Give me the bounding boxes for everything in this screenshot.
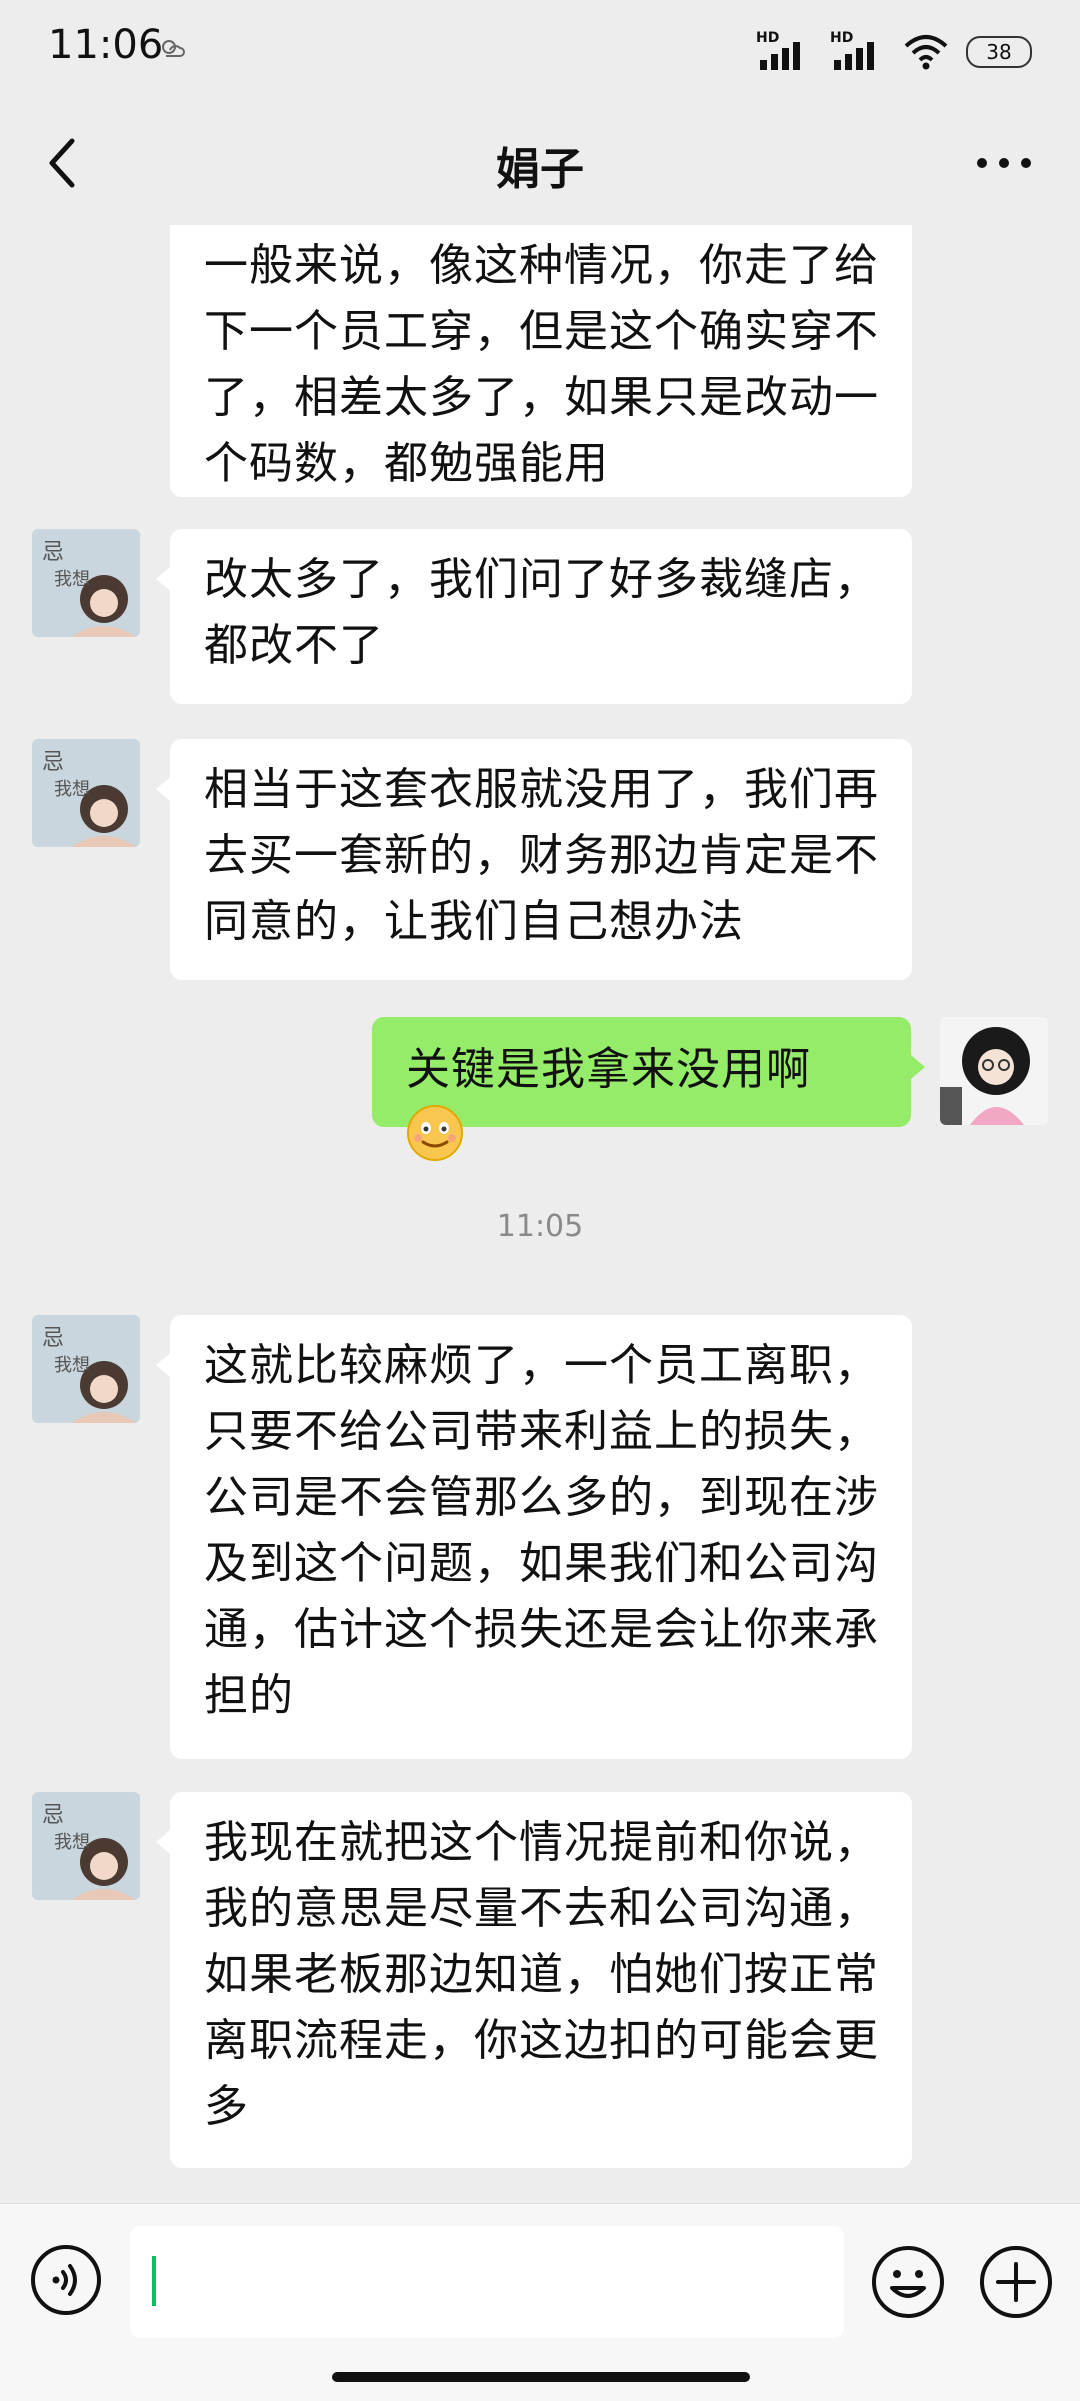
message-list[interactable]: 一般来说，像这种情况，你走了给下一个员工穿，但是这个确实穿不了，相差太多了，如果… bbox=[0, 225, 1080, 2200]
status-bar: 11:06 HD HD 38 bbox=[0, 0, 1080, 105]
signal-icon: HD bbox=[830, 30, 886, 72]
battery-indicator: 38 bbox=[966, 36, 1032, 68]
bubble-tail bbox=[911, 1055, 925, 1079]
svg-text:我想: 我想 bbox=[54, 1832, 90, 1853]
status-time: 11:06 bbox=[48, 22, 164, 68]
svg-text:我想: 我想 bbox=[54, 779, 90, 800]
bubble-tail bbox=[156, 777, 170, 801]
message-text: 关键是我拿来没用啊 bbox=[406, 1044, 811, 1095]
contact-avatar[interactable]: 忌 我想 bbox=[32, 739, 140, 847]
bubble-tail bbox=[156, 567, 170, 591]
plus-icon[interactable] bbox=[978, 2244, 1054, 2320]
contact-avatar[interactable]: 忌 我想 bbox=[32, 1792, 140, 1900]
svg-text:忌: 忌 bbox=[42, 1326, 64, 1351]
status-indicators: HD HD 38 bbox=[756, 30, 1032, 74]
message-bubble[interactable]: 我现在就把这个情况提前和你说，我的意思是尽量不去和公司沟通，如果老板那边知道，怕… bbox=[170, 1792, 912, 2168]
message-bubble[interactable]: 相当于这套衣服就没用了，我们再去买一套新的，财务那边肯定是不同意的，让我们自己想… bbox=[170, 739, 912, 980]
svg-text:忌: 忌 bbox=[42, 1803, 64, 1828]
text-cursor bbox=[152, 2256, 156, 2306]
message-text: 一般来说，像这种情况，你走了给下一个员工穿，但是这个确实穿不了，相差太多了，如果… bbox=[204, 240, 879, 489]
message-bubble[interactable]: 这就比较麻烦了，一个员工离职，只要不给公司带来利益上的损失，公司是不会管那么多的… bbox=[170, 1315, 912, 1759]
message-text: 改太多了，我们问了好多裁缝店，都改不了 bbox=[204, 554, 879, 671]
message-text: 这就比较麻烦了，一个员工离职，只要不给公司带来利益上的损失，公司是不会管那么多的… bbox=[204, 1340, 879, 1721]
home-indicator[interactable] bbox=[332, 2372, 750, 2382]
svg-text:我想: 我想 bbox=[54, 569, 90, 590]
timestamp: 11:05 bbox=[496, 1209, 584, 1244]
message-text: 我现在就把这个情况提前和你说，我的意思是尽量不去和公司沟通，如果老板那边知道，怕… bbox=[204, 1817, 879, 2132]
wifi-icon bbox=[904, 35, 948, 70]
smile-emoji-icon bbox=[407, 1105, 463, 1161]
more-dots-icon[interactable] bbox=[976, 157, 1032, 169]
svg-text:我想: 我想 bbox=[54, 1355, 90, 1376]
contact-avatar[interactable]: 忌 我想 bbox=[32, 1315, 140, 1423]
message-text: 相当于这套衣服就没用了，我们再去买一套新的，财务那边肯定是不同意的，让我们自己想… bbox=[204, 764, 879, 947]
bubble-tail bbox=[156, 1830, 170, 1854]
message-bubble[interactable]: 改太多了，我们问了好多裁缝店，都改不了 bbox=[170, 529, 912, 704]
chat-title: 娟子 bbox=[496, 144, 584, 195]
message-input[interactable] bbox=[130, 2226, 844, 2338]
chat-header: 娟子 bbox=[0, 105, 1080, 225]
signal-icon: HD bbox=[756, 30, 812, 72]
emoji-icon[interactable] bbox=[870, 2244, 946, 2320]
svg-text:忌: 忌 bbox=[42, 750, 64, 775]
svg-text:忌: 忌 bbox=[42, 540, 64, 565]
contact-avatar[interactable]: 忌 我想 bbox=[32, 529, 140, 637]
voice-icon[interactable] bbox=[30, 2244, 102, 2316]
my-avatar[interactable] bbox=[940, 1017, 1048, 1125]
weather-icon bbox=[162, 40, 185, 57]
message-bubble-outgoing[interactable]: 关键是我拿来没用啊 bbox=[372, 1017, 911, 1161]
message-bubble[interactable]: 一般来说，像这种情况，你走了给下一个员工穿，但是这个确实穿不了，相差太多了，如果… bbox=[170, 225, 912, 497]
bubble-tail bbox=[156, 1353, 170, 1377]
